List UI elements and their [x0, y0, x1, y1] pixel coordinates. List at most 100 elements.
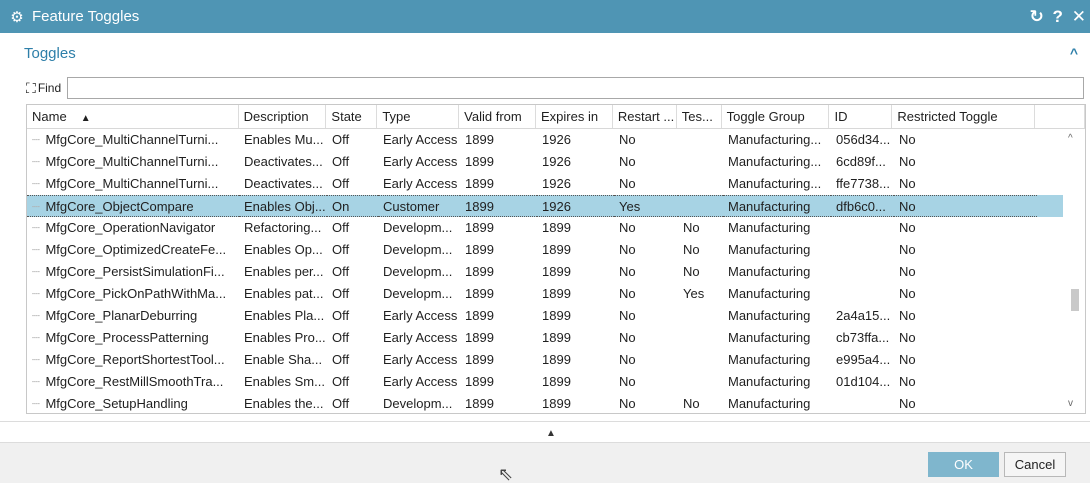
table-row[interactable]: ┈ MfgCore_ProcessPatterning Enables Pro..…: [27, 327, 1085, 349]
header-col-expires-in[interactable]: Expires in: [536, 105, 613, 128]
header-col-valid-from[interactable]: Valid from: [459, 105, 537, 128]
tree-connector-icon: ┈: [32, 264, 44, 279]
header-label: Name: [32, 109, 67, 124]
header-col-id[interactable]: ID: [829, 105, 893, 128]
scroll-down-icon[interactable]: v: [1068, 398, 1073, 409]
table-row[interactable]: ┈ MfgCore_MultiChannelTurni... Enables Mu…: [27, 129, 1085, 151]
cell-restart: No: [614, 217, 678, 239]
cell-text: 1899: [465, 352, 494, 367]
header-col-test[interactable]: Tes...: [677, 105, 722, 128]
reset-icon[interactable]: ↻: [1030, 7, 1044, 27]
cell-test: No: [678, 261, 723, 283]
cell-text: 1899: [465, 308, 494, 323]
vertical-scrollbar[interactable]: ^ v: [1063, 129, 1085, 413]
cell-text: No: [619, 352, 636, 367]
cell-description: Deactivates...: [239, 173, 327, 195]
header-col-name[interactable]: Name ▲: [27, 105, 239, 128]
cancel-button[interactable]: Cancel: [1004, 452, 1066, 477]
cell-text: Yes: [683, 286, 705, 301]
cell-text: MfgCore_MultiChannelTurni...: [45, 176, 219, 191]
cell-description: Enables Sm...: [239, 371, 327, 393]
cell-text: No: [899, 132, 916, 147]
cell-type: Early Access: [378, 371, 460, 393]
cell-text: No: [899, 396, 916, 411]
cell-text: No: [683, 220, 700, 235]
cell-text: 056d34...: [836, 132, 891, 147]
cell-toggle-group: Manufacturing: [723, 393, 831, 413]
cell-valid-from: 1899: [460, 173, 537, 195]
sort-ascending-icon[interactable]: ▲: [81, 113, 91, 124]
chevron-up-icon[interactable]: ^: [1070, 45, 1078, 61]
cell-id: cb73ffa...: [831, 327, 894, 349]
toggles-section-header[interactable]: Toggles ^: [0, 33, 1090, 73]
close-icon[interactable]: ✕: [1072, 7, 1086, 27]
table-row[interactable]: ┈ MfgCore_MultiChannelTurni... Deactivate…: [27, 151, 1085, 173]
table-row[interactable]: ┈ MfgCore_OperationNavigator Refactoring.…: [27, 217, 1085, 239]
header-col-type[interactable]: Type: [377, 105, 460, 128]
cell-text: Enables Pro...: [244, 330, 326, 345]
header-col-description[interactable]: Description: [239, 105, 327, 128]
cell-text: Manufacturing: [728, 396, 811, 411]
table-row[interactable]: ┈ MfgCore_ReportShortestTool... Enable Sh…: [27, 349, 1085, 371]
cell-text: No: [619, 176, 636, 191]
scroll-thumb[interactable]: [1071, 289, 1079, 311]
cell-state: Off: [327, 261, 378, 283]
table-row[interactable]: ┈ MfgCore_ObjectCompare Enables Obj... On C…: [27, 195, 1085, 217]
cell-text: MfgCore_PersistSimulationFi...: [45, 264, 225, 279]
cell-valid-from: 1899: [460, 393, 537, 413]
cell-test: [678, 371, 723, 393]
cell-restricted: No: [894, 151, 1037, 173]
cell-description: Enable Sha...: [239, 349, 327, 371]
cell-text: ffe7738...: [836, 176, 890, 191]
ok-button[interactable]: OK: [928, 452, 999, 477]
cell-type: Early Access: [378, 151, 460, 173]
cell-type: Developm...: [378, 261, 460, 283]
header-label: ID: [834, 109, 848, 124]
cell-text: 1899: [542, 286, 571, 301]
table-header: Name ▲ Description State Type Valid from Expir…: [27, 105, 1085, 129]
cell-text: MfgCore_OperationNavigator: [45, 220, 216, 235]
table-row[interactable]: ┈ MfgCore_PickOnPathWithMa... Enables pat…: [27, 283, 1085, 305]
cell-restart: No: [614, 261, 678, 283]
cell-text: Manufacturing: [728, 242, 811, 257]
cell-text: MfgCore_MultiChannelTurni...: [45, 154, 219, 169]
cell-text: No: [619, 330, 636, 345]
cell-text: No: [619, 242, 636, 257]
cell-text: Off: [332, 264, 350, 279]
binoculars-icon: ⛶: [26, 79, 36, 96]
cell-text: 1926: [542, 154, 571, 169]
cell-text: Early Access: [383, 154, 458, 169]
cell-description: Enables Pla...: [239, 305, 327, 327]
cell-text: No: [899, 308, 916, 323]
cell-text: No: [899, 352, 916, 367]
table-row[interactable]: ┈ MfgCore_OptimizedCreateFe... Enables Op…: [27, 239, 1085, 261]
header-col-restricted[interactable]: Restricted Toggle: [892, 105, 1036, 128]
expand-arrow-icon[interactable]: ▲: [546, 428, 556, 439]
tree-connector-icon: ┈: [32, 374, 44, 389]
cell-text: No: [899, 264, 916, 279]
header-col-toggle-group[interactable]: Toggle Group: [722, 105, 830, 128]
cell-toggle-group: Manufacturing: [723, 195, 831, 217]
table-row[interactable]: ┈ MfgCore_PlanarDeburring Enables Pla... O…: [27, 305, 1085, 327]
table-row[interactable]: ┈ MfgCore_SetupHandling Enables the... Off…: [27, 393, 1085, 413]
cell-text: On: [332, 199, 350, 214]
cell-toggle-group: Manufacturing...: [723, 129, 831, 151]
help-icon[interactable]: ?: [1052, 7, 1064, 27]
gear-icon: ⚙: [10, 8, 24, 26]
cell-name: ┈ MfgCore_ReportShortestTool...: [27, 349, 239, 371]
scroll-up-icon[interactable]: ^: [1068, 133, 1073, 144]
find-input[interactable]: [67, 77, 1084, 99]
header-col-state[interactable]: State: [326, 105, 378, 128]
cell-restricted: No: [894, 217, 1037, 239]
table-row[interactable]: ┈ MfgCore_MultiChannelTurni... Deactivate…: [27, 173, 1085, 195]
cell-expires-in: 1926: [537, 173, 614, 195]
cell-id: [831, 261, 894, 283]
table-row[interactable]: ┈ MfgCore_RestMillSmoothTra... Enables Sm…: [27, 371, 1085, 393]
cell-text: 01d104...: [836, 374, 891, 389]
cell-text: Deactivates...: [244, 154, 323, 169]
cell-restart: No: [614, 305, 678, 327]
header-col-restart[interactable]: Restart ...: [613, 105, 677, 128]
tree-connector-icon: ┈: [32, 176, 44, 191]
cell-state: Off: [327, 371, 378, 393]
table-row[interactable]: ┈ MfgCore_PersistSimulationFi... Enables …: [27, 261, 1085, 283]
